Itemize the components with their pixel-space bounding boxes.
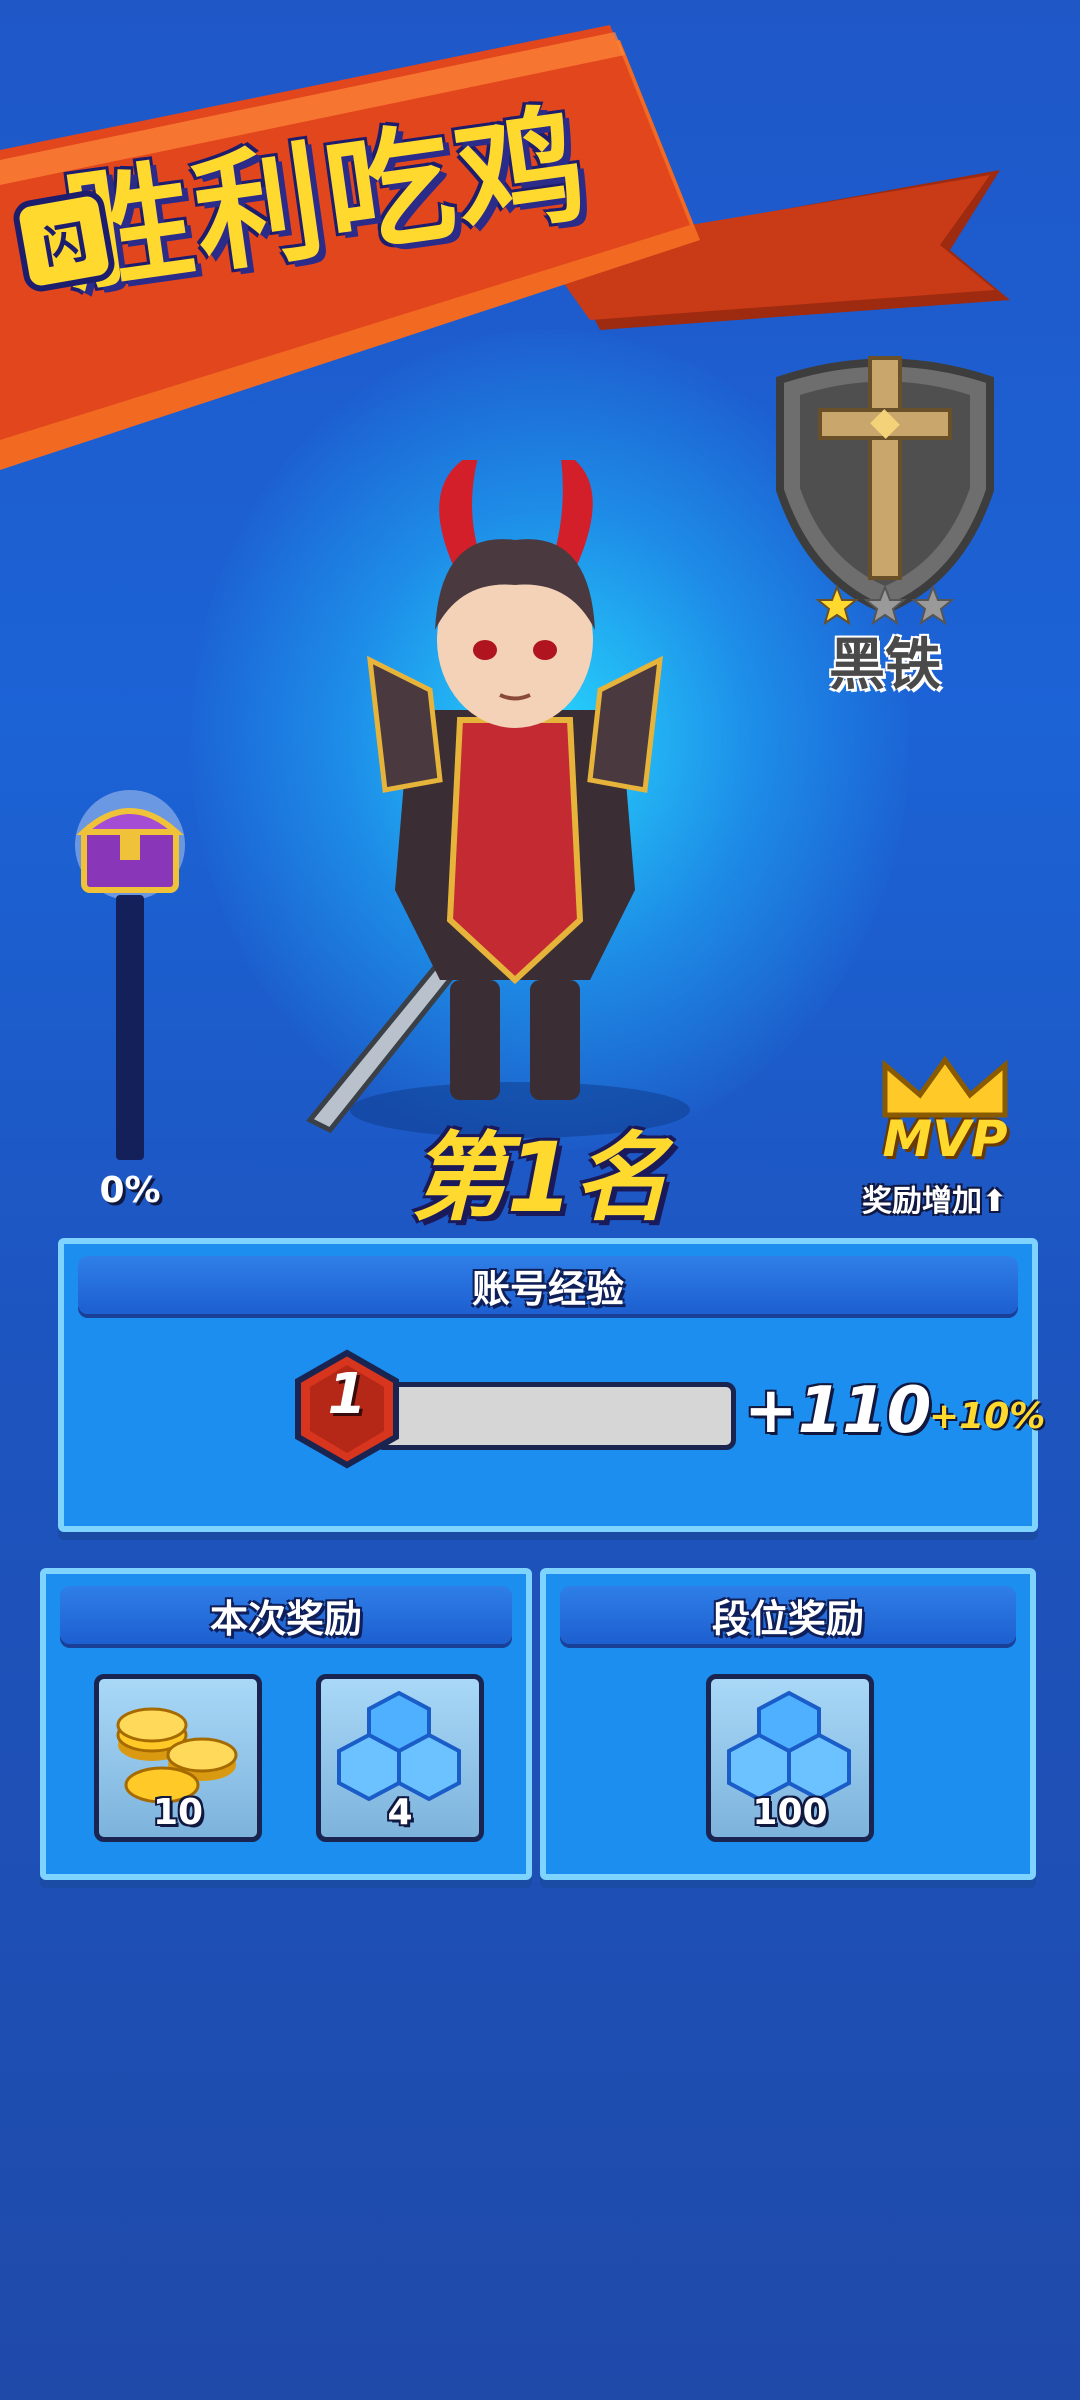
reward-quantity: 10 (152, 1792, 204, 1833)
rank-emblem: 黑铁 (760, 350, 1010, 710)
chest-progress-label: 0% (99, 1170, 161, 1211)
experience-bar (374, 1382, 736, 1450)
account-experience-title: 账号经验 (78, 1256, 1018, 1314)
reward-item-gems[interactable]: 4 (316, 1674, 484, 1842)
reward-quantity: 4 (387, 1792, 413, 1833)
rank-name: 黑铁 (829, 633, 941, 698)
mvp-bonus-label: 奖励增加⬆ (862, 1184, 1008, 1219)
reward-quantity: 100 (752, 1792, 828, 1833)
flash-badge: 闪 (10, 187, 118, 295)
experience-bonus: +10% (929, 1396, 1046, 1437)
iron-shield-icon (776, 356, 994, 615)
placement-rank: 第1名 (410, 1122, 670, 1234)
account-experience-panel: 账号经验 1 +110 +10% (58, 1238, 1046, 1532)
reward-item-gems[interactable]: 100 (706, 1674, 874, 1842)
treasure-chest-icon[interactable] (70, 790, 190, 900)
reward-item-gold[interactable]: 10 (94, 1674, 262, 1842)
experience-gain: +110 (744, 1374, 932, 1448)
star-filled-icon (815, 585, 859, 626)
star-empty-icon (911, 585, 955, 626)
star-empty-icon (863, 585, 907, 626)
chest-progress-bar (116, 895, 144, 1160)
hero-character (306, 460, 690, 1138)
mvp-label: MVP (882, 1110, 1008, 1168)
round-rewards-panel: 本次奖励 10 4 (40, 1568, 532, 1880)
tier-rewards-title: 段位奖励 (560, 1586, 1016, 1644)
round-rewards-title: 本次奖励 (60, 1586, 512, 1644)
tier-rewards-panel: 段位奖励 100 (540, 1568, 1036, 1880)
account-level: 1 (327, 1362, 367, 1427)
